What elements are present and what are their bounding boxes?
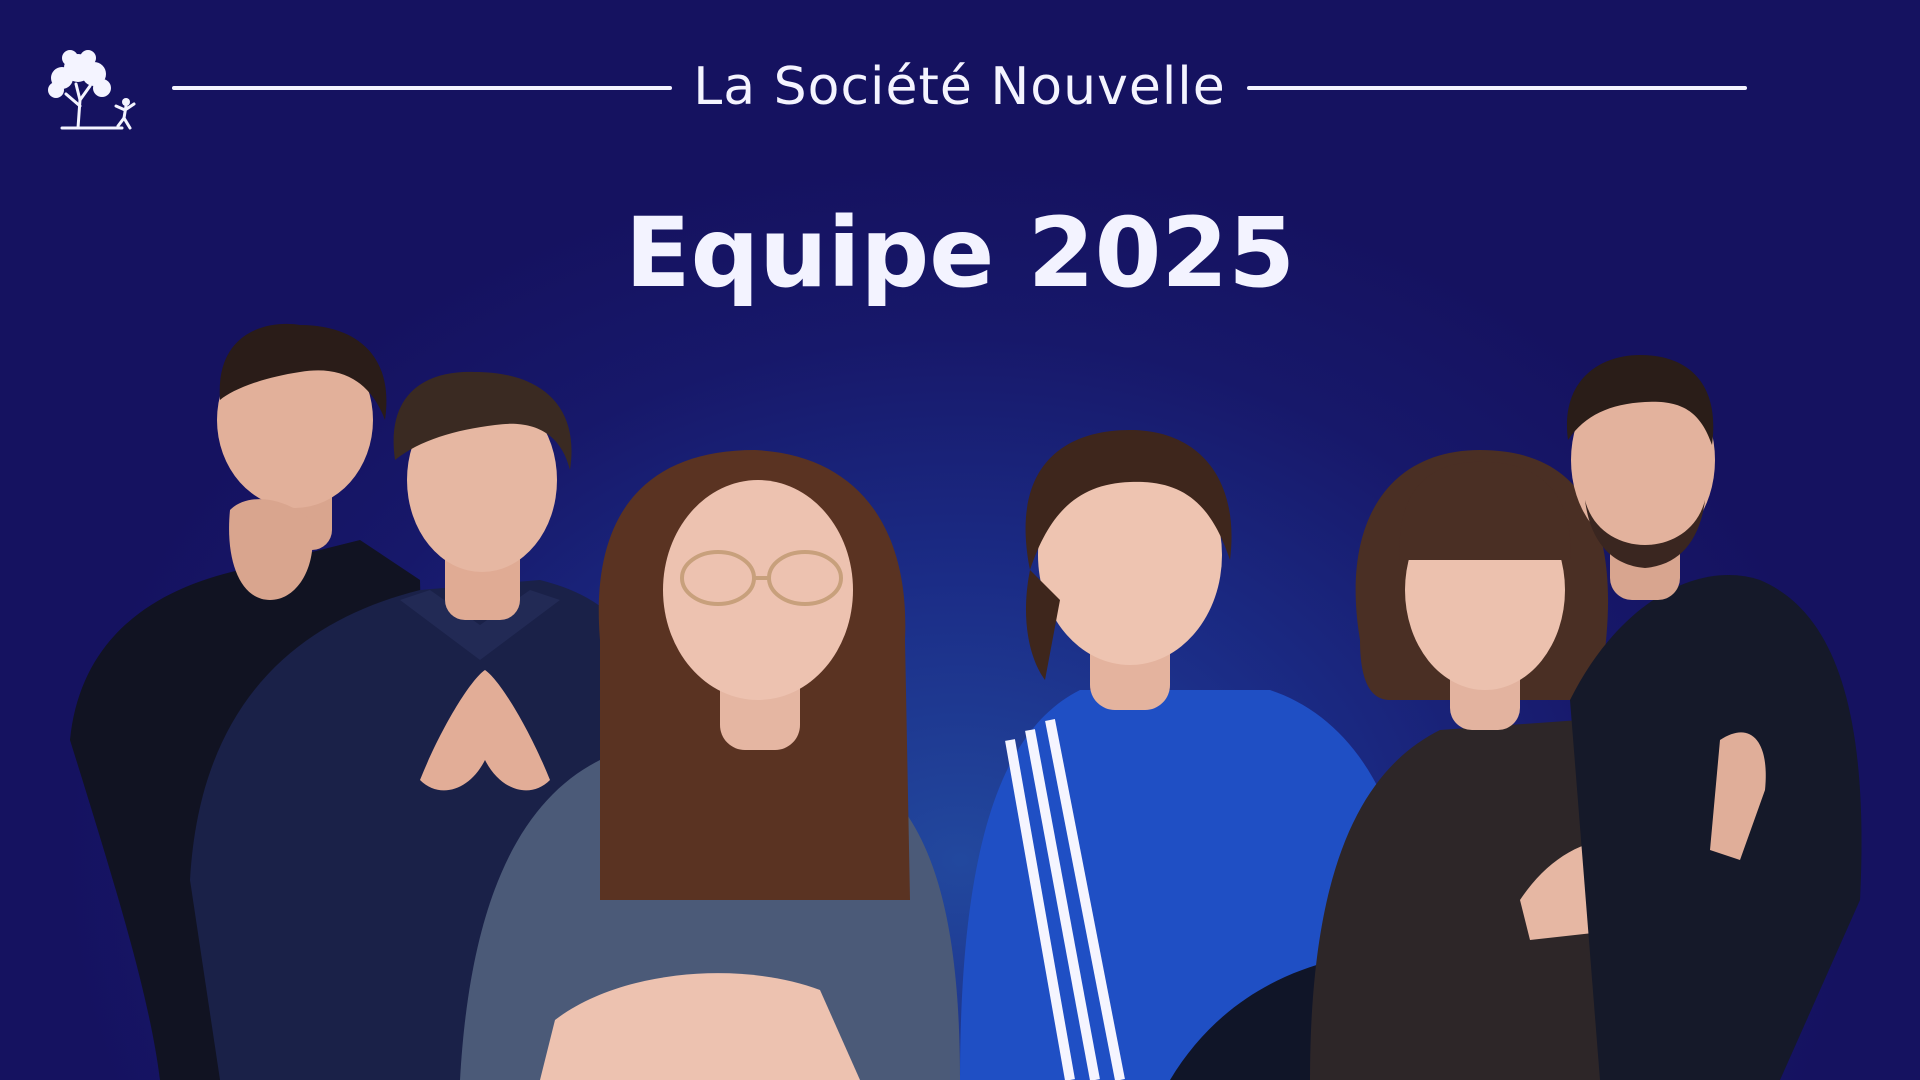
team-photo (70, 323, 1862, 1080)
person-6 (1566, 355, 1862, 1080)
team-banner: La Société Nouvelle Equipe 2025 (0, 0, 1920, 1080)
